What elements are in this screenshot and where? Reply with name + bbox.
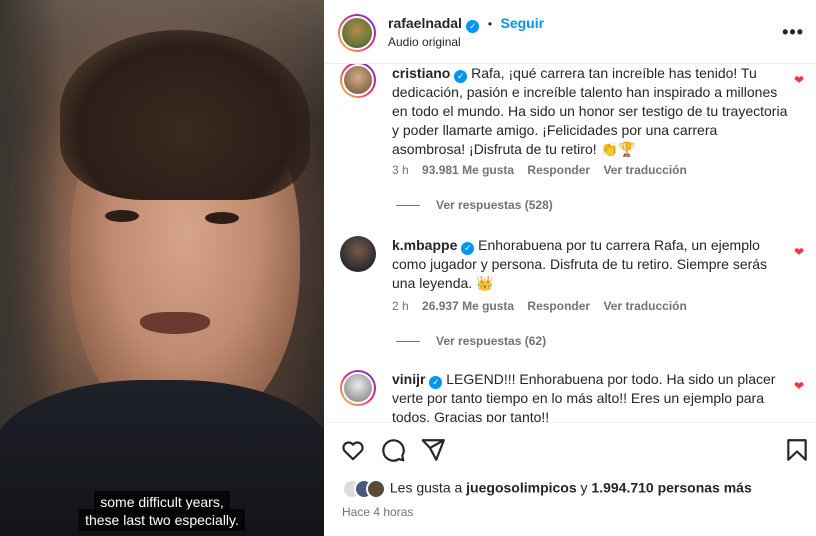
heart-icon[interactable]: ❤ [794,246,806,258]
share-icon[interactable] [420,437,446,463]
heart-icon[interactable]: ❤ [794,380,806,392]
comment-likes[interactable]: 93.981 Me gusta [422,163,514,177]
replies-divider [396,205,420,207]
separator-dot: • [487,17,493,31]
person-eye-right [205,212,239,224]
comment-text: k.mbappe ✓ Enhorabuena por tu carrera Ra… [392,236,792,293]
comment-likes[interactable]: 26.937 Me gusta [422,299,514,313]
follow-button[interactable]: Seguir [501,15,545,31]
comment-username[interactable]: vinijr [392,371,425,387]
comment-avatar[interactable] [340,64,376,98]
comment-username[interactable]: cristiano [392,65,450,81]
comment-time: 2 h [392,299,409,313]
comment-avatar[interactable] [340,236,376,272]
post-actions: Les gusta a juegosolimpicos y 1.994.710 … [324,422,816,536]
person-eye-left [105,210,139,222]
translate-button[interactable]: Ver traducción [603,163,686,177]
translate-button[interactable]: Ver traducción [603,299,686,313]
comment-username[interactable]: k.mbappe [392,237,457,253]
verified-badge-icon: ✓ [454,70,468,83]
post-panel: rafaelnadal ✓ • Seguir Audio original ••… [324,0,816,536]
subtitle-line-2: these last two especially. [0,509,324,531]
reply-button[interactable]: Responder [527,163,590,177]
comment-body: LEGEND!!! Enhorabuena por todo. Ha sido … [392,371,776,422]
verified-badge-icon: ✓ [429,376,443,389]
video-player[interactable]: some difficult years, these last two esp… [0,0,324,536]
likes-prefix: Les gusta a [389,479,463,496]
view-replies-button[interactable]: Ver respuestas (528) [396,198,553,212]
comment-meta: 2 h 26.937 Me gusta Responder Ver traduc… [392,299,697,313]
comment-icon[interactable] [380,437,406,463]
likes-count[interactable]: 1.994.710 personas más [591,480,751,496]
author-username[interactable]: rafaelnadal [388,15,462,31]
verified-badge-icon: ✓ [466,20,480,33]
comment-time: 3 h [392,163,409,177]
comment-avatar[interactable] [340,370,376,406]
post-time: Hace 4 horas [342,505,414,519]
likes-user[interactable]: juegosolimpicos [466,480,576,496]
post-header: rafaelnadal ✓ • Seguir Audio original ••… [324,0,816,64]
comment-body: Rafa, ¡qué carrera tan increíble has ten… [392,65,788,157]
comment-text: vinijr ✓ LEGEND!!! Enhorabuena por todo.… [392,370,792,422]
reply-button[interactable]: Responder [527,299,590,313]
more-options-icon[interactable]: ••• [782,22,804,43]
comment-text: cristiano ✓ Rafa, ¡qué carrera tan incre… [392,64,792,159]
view-replies-button[interactable]: Ver respuestas (62) [396,334,546,348]
audio-label[interactable]: Audio original [388,35,461,49]
heart-icon[interactable]: ❤ [794,74,806,86]
comment-meta: 3 h 93.981 Me gusta Responder Ver traduc… [392,163,697,177]
like-heart-icon[interactable] [340,437,366,463]
comments-list[interactable]: cristiano ✓ Rafa, ¡qué carrera tan incre… [324,64,816,422]
author-avatar[interactable] [338,14,376,52]
person-mouth [140,312,210,334]
replies-divider [396,341,420,343]
verified-badge-icon: ✓ [461,242,475,255]
liker-avatar [366,479,386,499]
save-bookmark-icon[interactable] [784,437,810,463]
likes-summary[interactable]: Les gusta a juegosolimpicos y 1.994.710 … [342,479,752,499]
likes-and: y [580,479,588,496]
